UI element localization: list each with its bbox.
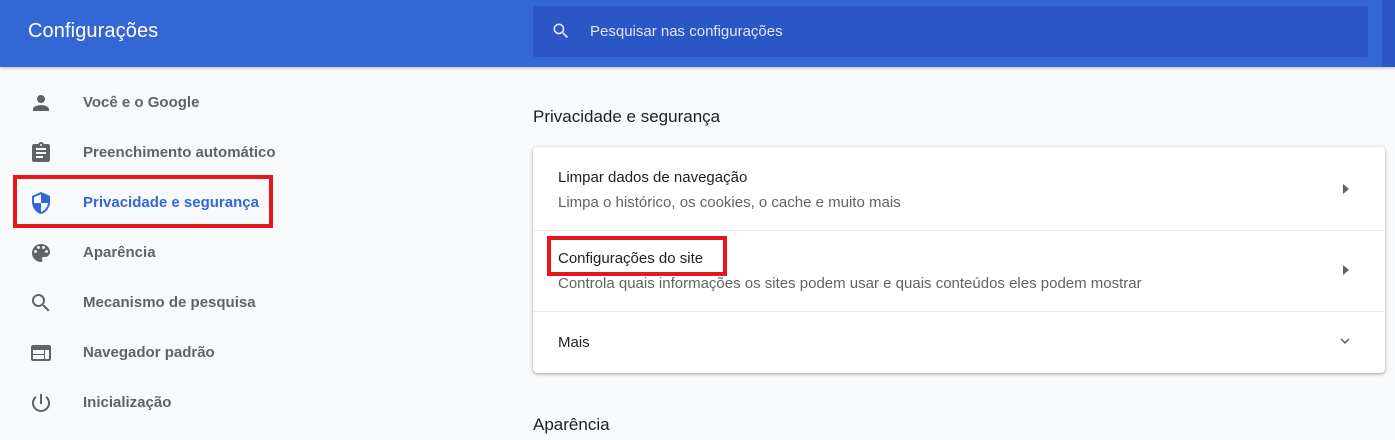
chevron-down-icon <box>1340 338 1350 344</box>
row-limpar-dados[interactable]: Limpar dados de navegação Limpa o histór… <box>533 147 1385 230</box>
top-bar: Configurações <box>0 0 1395 67</box>
power-icon <box>31 394 50 412</box>
sidebar-item-label: Inicialização <box>83 394 172 411</box>
search-input[interactable] <box>590 6 1350 57</box>
sidebar-item-label: Mecanismo de pesquisa <box>83 294 256 311</box>
sidebar-item-inicializacao[interactable]: Inicialização <box>0 378 300 428</box>
section-title-aparencia: Aparência <box>533 415 610 434</box>
sidebar-item-label: Preenchimento automático <box>83 144 276 161</box>
person-icon <box>33 95 49 111</box>
clipboard-icon <box>32 142 50 162</box>
row-title: Mais <box>558 334 590 351</box>
sidebar: Você e o Google Preenchimento automático… <box>0 67 500 440</box>
main-content: Privacidade e segurança Limpar dados de … <box>533 67 1385 440</box>
browser-window-icon <box>31 345 51 361</box>
palette-icon <box>32 244 50 262</box>
sidebar-item-navegador-padrao[interactable]: Navegador padrão <box>0 328 300 378</box>
row-subtitle: Controla quais informações os sites pode… <box>558 275 1142 292</box>
arrow-right-icon <box>1343 265 1349 275</box>
sidebar-item-aparencia[interactable]: Aparência <box>0 228 300 278</box>
sidebar-item-label: Você e o Google <box>83 94 200 111</box>
row-title: Limpar dados de navegação <box>558 169 748 186</box>
highlight-box <box>13 175 273 228</box>
scrollbar[interactable] <box>1382 0 1395 67</box>
sidebar-item-preenchimento[interactable]: Preenchimento automático <box>0 128 300 178</box>
search-icon <box>32 294 50 312</box>
section-title: Privacidade e segurança <box>533 107 721 126</box>
row-mais[interactable]: Mais <box>533 312 1385 373</box>
app-title: Configurações <box>28 20 159 42</box>
highlight-box <box>547 236 727 276</box>
sidebar-item-label: Aparência <box>83 244 156 261</box>
row-subtitle: Limpa o histórico, os cookies, o cache e… <box>558 194 901 211</box>
sidebar-item-voce-e-o-google[interactable]: Você e o Google <box>0 78 300 128</box>
sidebar-item-mecanismo[interactable]: Mecanismo de pesquisa <box>0 278 300 328</box>
search-box[interactable] <box>533 6 1368 57</box>
arrow-right-icon <box>1343 184 1349 194</box>
search-icon <box>553 23 569 39</box>
sidebar-item-label: Navegador padrão <box>83 344 215 361</box>
